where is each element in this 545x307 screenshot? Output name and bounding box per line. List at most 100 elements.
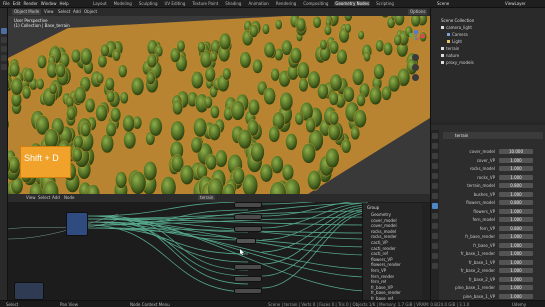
outliner-item[interactable]: proxy_models xyxy=(441,60,531,66)
select-tool-icon[interactable] xyxy=(1,28,7,34)
group-input-node[interactable] xyxy=(66,212,88,236)
particles-icon[interactable] xyxy=(432,213,438,219)
scene-icon[interactable] xyxy=(432,173,438,179)
node-socket-item[interactable]: cover_model xyxy=(371,218,397,223)
add-menu[interactable]: Add xyxy=(71,9,83,15)
node-add-menu[interactable]: Add xyxy=(52,195,60,200)
cursor-tool-icon[interactable] xyxy=(1,37,7,43)
3d-viewport[interactable]: Shift + D User Perspective (1) Collectio… xyxy=(8,8,430,194)
property-value-field[interactable]: 1.000 xyxy=(499,285,533,290)
zoom-icon[interactable] xyxy=(412,54,419,61)
material-icon[interactable] xyxy=(432,253,438,259)
property-value-field[interactable]: 1.000 xyxy=(499,242,533,248)
tab-compositing[interactable]: Compositing xyxy=(302,1,329,6)
world-icon[interactable] xyxy=(432,183,438,189)
move-tool-icon[interactable] xyxy=(1,46,7,52)
render-icon[interactable] xyxy=(432,143,438,149)
menu-file[interactable]: File xyxy=(3,1,10,6)
menu-render[interactable]: Render xyxy=(23,1,37,6)
scene-selector[interactable]: Scene xyxy=(437,1,449,6)
tab-scripting[interactable]: Scripting xyxy=(375,1,395,6)
data-icon[interactable] xyxy=(432,243,438,249)
node-1[interactable] xyxy=(234,202,262,208)
outliner-item[interactable]: nature xyxy=(441,53,531,59)
node-socket-item[interactable]: Geometry xyxy=(371,212,391,217)
pan-icon[interactable] xyxy=(412,64,419,71)
view-layer-selector[interactable]: ViewLayer xyxy=(505,1,526,6)
node-view-menu[interactable]: View xyxy=(26,195,36,200)
tab-rendering[interactable]: Rendering xyxy=(275,1,297,6)
property-value-field[interactable]: 1.000 xyxy=(499,259,533,265)
property-value-field[interactable]: 1.000 xyxy=(499,234,533,239)
node-2[interactable] xyxy=(234,214,262,220)
property-value-field[interactable]: 1.000 xyxy=(499,157,533,163)
node-socket-item[interactable]: cacti_render xyxy=(371,246,396,251)
view-menu[interactable]: View xyxy=(42,9,56,15)
property-value-field[interactable]: 1.000 xyxy=(499,268,533,273)
node-5[interactable] xyxy=(234,276,262,282)
scale-tool-icon[interactable] xyxy=(1,64,7,70)
node-socket-item[interactable]: cacti_ref xyxy=(371,251,388,256)
tab-shading[interactable]: Shading xyxy=(224,1,242,6)
view-layer-icon[interactable] xyxy=(432,163,438,169)
tab-sculpting[interactable]: Sculpting xyxy=(138,1,159,6)
node-socket-item[interactable]: cover_model xyxy=(371,223,397,228)
node-socket-item[interactable]: cacti_VP xyxy=(371,240,388,245)
node-6[interactable] xyxy=(234,288,262,294)
node-socket-item[interactable]: rocks_model xyxy=(371,229,396,234)
node-socket-item[interactable]: fr_base_render xyxy=(371,290,401,295)
outliner-item[interactable]: Camera xyxy=(447,32,531,38)
output-icon[interactable] xyxy=(432,153,438,159)
camera-view-icon[interactable] xyxy=(412,74,419,81)
tab-animation[interactable]: Animation xyxy=(247,1,269,6)
property-value-field[interactable]: 1.000 xyxy=(499,293,533,299)
object-menu[interactable]: Object xyxy=(82,9,99,15)
property-value-field[interactable]: 1.000 xyxy=(499,276,533,282)
navigation-gizmo[interactable] xyxy=(406,29,426,50)
tab-layout[interactable]: Layout xyxy=(92,1,108,6)
outliner-item[interactable]: terrain xyxy=(441,46,531,52)
property-value-field[interactable]: 1.000 xyxy=(499,166,533,171)
object-icon[interactable] xyxy=(432,193,438,199)
property-value-field[interactable]: 1.000 xyxy=(499,251,533,256)
node-socket-item[interactable]: fern_ref xyxy=(371,279,386,284)
texture-icon[interactable] xyxy=(432,263,438,269)
property-value-field[interactable]: 10.000 xyxy=(499,149,533,154)
node-3[interactable] xyxy=(234,226,262,232)
property-value-field[interactable]: 1.000 xyxy=(499,174,533,180)
options-button[interactable]: Options xyxy=(408,9,428,15)
property-value-field[interactable]: 1.000 xyxy=(499,217,533,222)
mode-selector[interactable]: Object Mode xyxy=(12,9,42,15)
property-value-field[interactable]: 0.800 xyxy=(499,183,533,188)
node-4[interactable] xyxy=(234,264,262,270)
rotate-tool-icon[interactable] xyxy=(1,55,7,61)
tool-icon[interactable] xyxy=(432,133,438,139)
constraints-icon[interactable] xyxy=(432,233,438,239)
menu-edit[interactable]: Edit xyxy=(13,1,21,6)
tab-modeling[interactable]: Modeling xyxy=(113,1,133,6)
node-node-menu[interactable]: Node xyxy=(64,195,74,200)
tab-uv-editing[interactable]: UV Editing xyxy=(164,1,187,6)
property-value-field[interactable]: 0.800 xyxy=(499,225,533,231)
tab-texture-paint[interactable]: Texture Paint xyxy=(191,1,219,6)
select-menu[interactable]: Select xyxy=(56,9,72,15)
property-value-field[interactable]: 1.000 xyxy=(499,191,533,197)
property-value-field[interactable]: 1.000 xyxy=(499,208,533,214)
outliner-item[interactable]: Light xyxy=(447,39,531,45)
menu-window[interactable]: Window xyxy=(41,1,57,6)
outliner-item[interactable]: camera_light xyxy=(441,25,531,31)
node-socket-item[interactable]: fern_VP xyxy=(371,268,386,273)
menu-help[interactable]: Help xyxy=(59,1,68,6)
node-socket-item[interactable]: flowers_VP xyxy=(371,257,393,262)
output-node[interactable] xyxy=(14,282,44,300)
modifier-icon[interactable] xyxy=(432,203,438,209)
node-socket-item[interactable]: flowers_render xyxy=(371,262,401,267)
property-value-field[interactable]: 0.800 xyxy=(499,200,533,205)
node-selected[interactable] xyxy=(236,238,256,244)
node-socket-item[interactable]: fern_render xyxy=(371,274,394,279)
node-tree-selector[interactable]: terrain xyxy=(198,195,216,200)
node-socket-item[interactable]: rocks_render xyxy=(371,234,397,239)
tab-geometry-nodes[interactable]: Geometry Nodes xyxy=(334,1,371,6)
node-select-menu[interactable]: Select xyxy=(38,195,50,200)
physics-icon[interactable] xyxy=(432,223,438,229)
